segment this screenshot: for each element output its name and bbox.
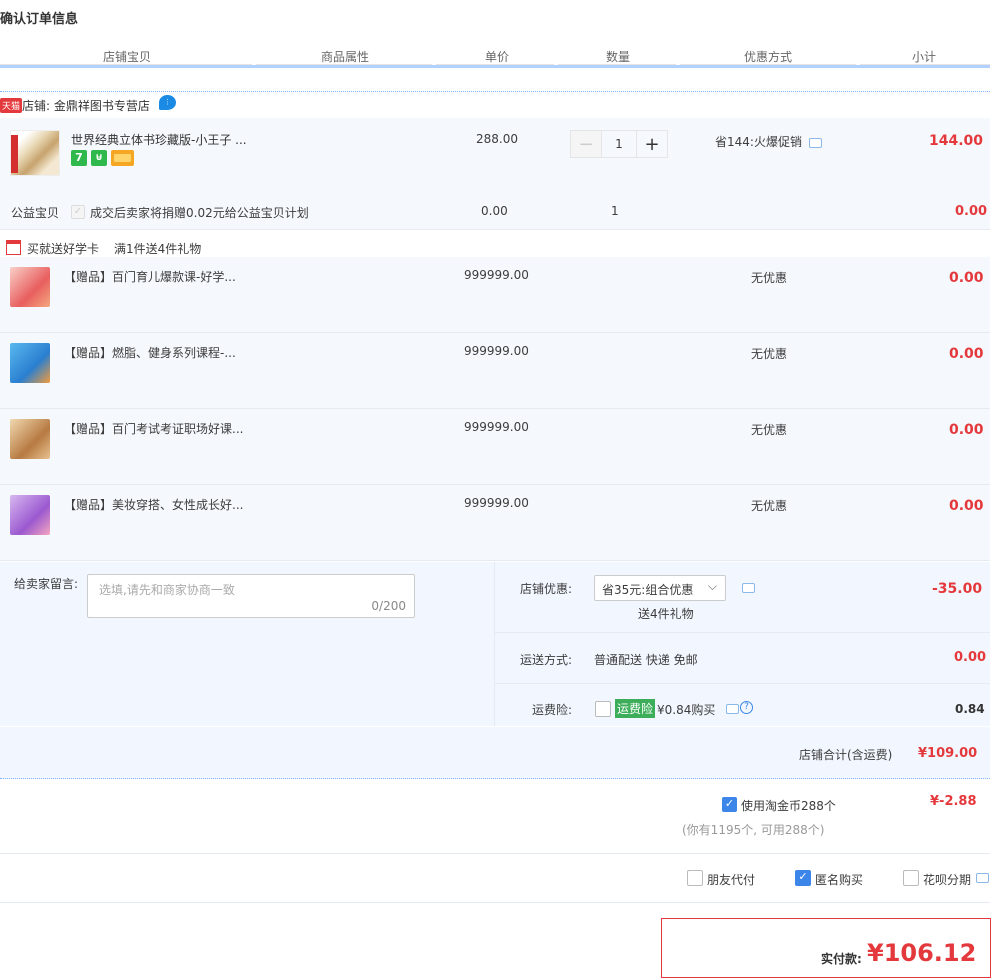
chevron-down-icon: ⌵ [707,579,717,593]
gift-discount: 无优惠 [751,347,788,361]
message-input[interactable]: 选填,请先和商家协商一致 0/200 [87,574,415,618]
insurance-value: ¥0.84购买 [657,703,716,717]
huabei-comment-icon[interactable] [976,873,989,883]
gift-discount: 无优惠 [751,271,788,285]
gift-promo-label: 买就送好学卡 [27,242,100,256]
shop-total-label: 店铺合计(含运费) [799,748,893,762]
huabei-label[interactable]: 花呗分期 [923,871,971,888]
insurance-amount: 0.84 [955,702,985,716]
gift-title[interactable]: 【赠品】燃脂、健身系列课程-... [64,344,236,361]
shop-discount-note: 送4件礼物 [638,607,694,621]
page-title: 确认订单信息 [0,12,79,27]
shop-name[interactable]: 店铺: 金鼎祥图书专营店 [22,97,150,114]
message-label: 给卖家留言: [14,577,79,591]
shop-discount-select[interactable]: 省35元:组合优惠 ⌵ [594,575,726,601]
shipping-label: 运送方式: [520,653,573,667]
gift-price: 999999.00 [464,496,529,510]
insurance-checkbox[interactable] [595,701,611,717]
gift-image[interactable] [10,495,50,535]
list-item: 【赠品】百门育儿爆款课-好学... 999999.00 无优惠 0.00 [0,257,990,333]
gift-title[interactable]: 【赠品】百门育儿爆款课-好学... [64,268,236,285]
coins-label[interactable]: 使用淘金币288个 [741,797,836,814]
promo-comment-icon[interactable] [809,138,822,148]
gift-image[interactable] [10,267,50,307]
product-subtotal: 144.00 [929,133,984,149]
product-image[interactable] [10,130,60,176]
insurance-comment-icon[interactable] [726,704,739,714]
shipping-value[interactable]: 普通配送 快递 免邮 [594,651,698,668]
coins-amount: ¥-2.88 [930,794,977,809]
anonymous-label[interactable]: 匿名购买 [815,871,863,888]
payment-summary: 实付款: ¥106.12 [661,918,991,978]
discount-comment-icon[interactable] [742,583,755,593]
charity-text: 成交后卖家将捐赠0.02元给公益宝贝计划 [90,206,309,220]
chat-icon[interactable]: ⋮ [159,95,176,110]
anonymous-checkbox[interactable]: ✓ [795,870,811,886]
gift-subtotal: 0.00 [949,498,984,514]
message-placeholder: 选填,请先和商家协商一致 [99,583,235,597]
table-header: 店铺宝贝 商品属性 单价 数量 优惠方式 小计 [0,46,990,68]
list-item: 【赠品】美妆穿搭、女性成长好... 999999.00 无优惠 0.00 [0,485,990,561]
header-item: 店铺宝贝 [103,50,152,64]
gift-price: 999999.00 [464,268,529,282]
tmall-badge: 天猫 [0,98,23,113]
credit-card-icon [111,150,134,166]
shop-discount-value: 省35元:组合优惠 [602,583,694,597]
product-promo: 省144:火爆促销 [715,135,802,149]
seven-day-return-icon: 7 [71,150,87,166]
shop-total-amount: ¥109.00 [918,746,978,761]
coins-checkbox[interactable]: ✓ [722,797,737,812]
increase-button[interactable]: + [637,131,667,157]
gift-discount: 无优惠 [751,423,788,437]
header-qty: 数量 [606,50,631,64]
gift-title[interactable]: 【赠品】美妆穿搭、女性成长好... [64,496,243,513]
gift-promo-text: 满1件送4件礼物 [114,242,202,256]
gift-title[interactable]: 【赠品】百门考试考证职场好课... [64,420,243,437]
header-price: 单价 [485,50,510,64]
product-title[interactable]: 世界经典立体书珍藏版-小王子 ... [71,131,247,148]
quantity-stepper[interactable]: − 1 + [570,130,668,158]
shop-discount-amount: -35.00 [932,581,983,597]
gift-image[interactable] [10,419,50,459]
list-item: 【赠品】燃脂、健身系列课程-... 999999.00 无优惠 0.00 [0,333,990,409]
product-price: 288.00 [476,132,518,146]
friend-pay-label[interactable]: 朋友代付 [707,871,755,888]
message-counter: 0/200 [371,599,406,613]
insurance-label: 运费险: [532,703,573,717]
quality-icon: ⊎ [91,150,107,166]
charity-label: 公益宝贝 [11,206,60,220]
header-discount: 优惠方式 [744,50,793,64]
charity-qty: 1 [611,204,619,218]
friend-pay-checkbox[interactable] [687,870,703,886]
shop-discount-label: 店铺优惠: [520,582,573,596]
gift-subtotal: 0.00 [949,270,984,286]
help-icon[interactable]: ? [740,701,753,714]
huabei-checkbox[interactable] [903,870,919,886]
shop-divider [0,91,990,92]
gift-image[interactable] [10,343,50,383]
gift-icon [6,240,21,255]
final-label: 实付款: [821,952,862,966]
list-item: 【赠品】百门考试考证职场好课... 999999.00 无优惠 0.00 [0,409,990,485]
final-amount: ¥106.12 [867,939,977,967]
gift-subtotal: 0.00 [949,422,984,438]
gift-price: 999999.00 [464,420,529,434]
insurance-tag: 运费险 [615,699,656,718]
gift-subtotal: 0.00 [949,346,984,362]
quantity-input[interactable]: 1 [601,131,637,157]
charity-subtotal: 0.00 [955,204,988,219]
gift-price: 999999.00 [464,344,529,358]
charity-price: 0.00 [481,204,508,218]
charity-checkbox: ✓ [71,205,85,219]
coins-note: (你有1195个, 可用288个) [682,823,825,837]
header-subtotal: 小计 [912,50,937,64]
header-attr: 商品属性 [321,50,370,64]
decrease-button[interactable]: − [571,131,601,157]
gift-discount: 无优惠 [751,499,788,513]
shipping-amount: 0.00 [954,650,987,665]
